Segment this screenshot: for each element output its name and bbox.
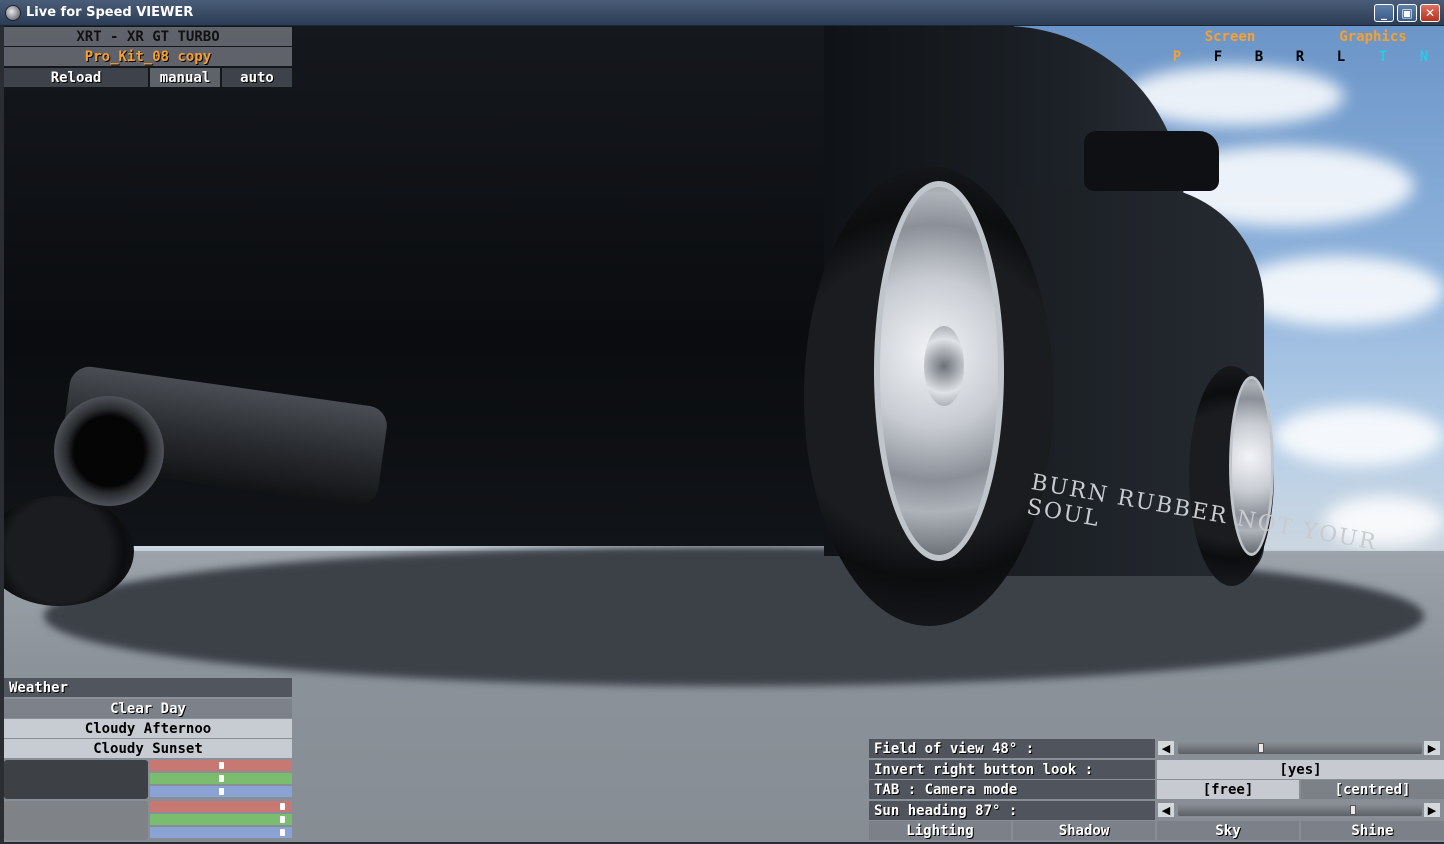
diffuse-green-slider[interactable] (150, 814, 292, 825)
view-letter-r[interactable]: R (1289, 48, 1311, 66)
sun-increase-arrow[interactable]: ▶ (1424, 803, 1440, 817)
view-letter-f[interactable]: F (1207, 48, 1229, 66)
screen-tab[interactable]: Screen (1200, 28, 1260, 46)
view-letter-n[interactable]: N (1413, 48, 1435, 66)
fov-increase-arrow[interactable]: ▶ (1424, 741, 1440, 755)
auto-button[interactable]: auto (222, 68, 292, 87)
ambient-red-slider[interactable] (150, 760, 292, 771)
diffuse-color-swatch (4, 801, 148, 840)
fov-label: Field of view 48° : (869, 739, 1155, 758)
sun-slider-knob[interactable] (1350, 805, 1357, 815)
exhaust-tip (54, 396, 164, 506)
weather-header: Weather (4, 678, 292, 697)
car-name-label[interactable]: XRT - XR GT TURBO (4, 27, 292, 46)
slider-knob[interactable] (280, 816, 286, 823)
slider-knob[interactable] (218, 762, 224, 769)
close-button[interactable]: ✕ (1420, 4, 1440, 22)
fov-decrease-arrow[interactable]: ◀ (1158, 741, 1174, 755)
view-letter-b[interactable]: B (1248, 48, 1270, 66)
manual-button[interactable]: manual (150, 68, 220, 87)
tab-shine[interactable]: Shine (1301, 821, 1444, 840)
cloud (1274, 406, 1444, 466)
ambient-blue-slider[interactable] (150, 786, 292, 797)
reload-button[interactable]: Reload (4, 68, 148, 87)
tab-lighting[interactable]: Lighting (869, 821, 1011, 840)
slider-knob[interactable] (280, 829, 286, 836)
window-titlebar: Live for Speed VIEWER _ ▣ ✕ (0, 0, 1444, 26)
diffuse-red-slider[interactable] (150, 801, 292, 812)
app-icon (5, 5, 21, 21)
diffuse-blue-slider[interactable] (150, 827, 292, 838)
invert-look-label: Invert right button look : (869, 760, 1155, 779)
skin-name-text: Pro_Kit_08 copy (84, 48, 212, 65)
camera-mode-label: TAB : Camera mode (869, 780, 1155, 799)
slider-knob[interactable] (280, 803, 286, 810)
car-name-text: XRT - XR GT TURBO (76, 28, 220, 45)
sun-heading-label: Sun heading 87° : (869, 801, 1155, 820)
rear-hub (924, 326, 964, 406)
minimize-button[interactable]: _ (1374, 4, 1394, 22)
ambient-green-slider[interactable] (150, 773, 292, 784)
view-letter-t[interactable]: T (1372, 48, 1394, 66)
restore-button[interactable]: ▣ (1397, 4, 1417, 22)
camera-free-button[interactable]: [free] (1157, 780, 1299, 799)
side-mirror (1084, 131, 1219, 191)
sun-decrease-arrow[interactable]: ◀ (1158, 803, 1174, 817)
weather-clear-day[interactable]: Clear Day (4, 699, 292, 718)
tab-shadow[interactable]: Shadow (1013, 821, 1155, 840)
slider-knob[interactable] (218, 775, 224, 782)
invert-look-toggle[interactable]: [yes] (1157, 760, 1444, 779)
graphics-tab[interactable]: Graphics (1338, 28, 1408, 46)
ambient-color-swatch (4, 760, 148, 799)
skin-name-label[interactable]: Pro_Kit_08 copy (4, 47, 292, 66)
sun-heading-slider[interactable] (1178, 804, 1422, 816)
tab-sky[interactable]: Sky (1157, 821, 1299, 840)
weather-cloudy-sunset[interactable]: Cloudy Sunset (4, 739, 292, 758)
weather-cloudy-afternoon[interactable]: Cloudy Afternoo (4, 719, 292, 738)
camera-centred-button[interactable]: [centred] (1301, 780, 1444, 799)
fov-slider[interactable] (1178, 742, 1422, 754)
view-letter-p[interactable]: P (1166, 48, 1188, 66)
cloud (1234, 256, 1444, 326)
view-letter-l[interactable]: L (1330, 48, 1352, 66)
slider-knob[interactable] (218, 788, 224, 795)
fov-slider-knob[interactable] (1258, 743, 1265, 753)
window-title: Live for Speed VIEWER (26, 5, 194, 20)
